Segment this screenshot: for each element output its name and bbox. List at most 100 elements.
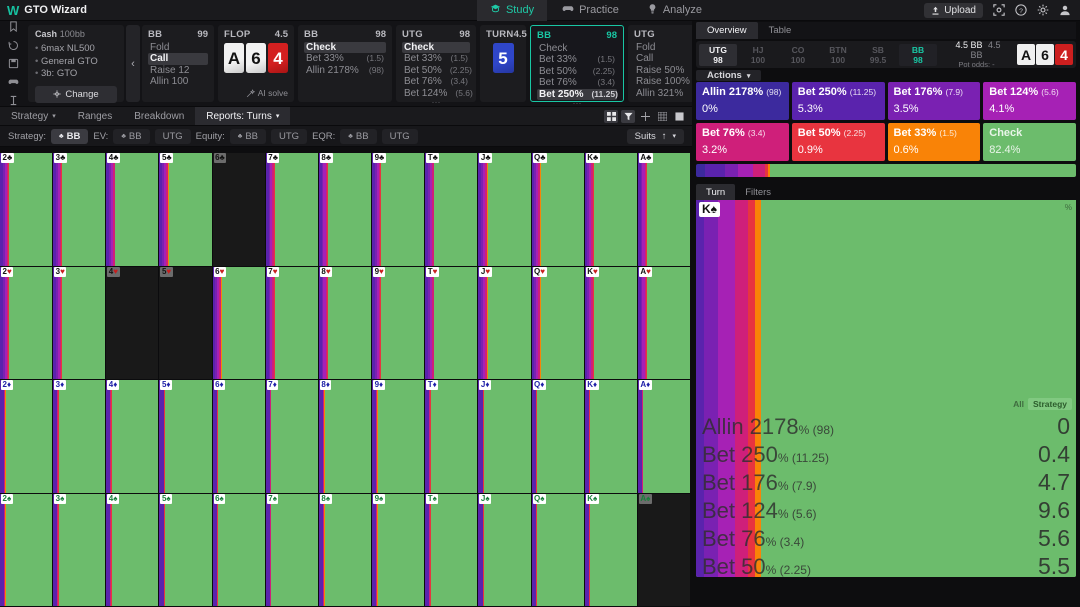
action-box-bet-124-[interactable]: Bet 124% (5.6) 4.1% [983,82,1076,120]
matrix-cell-3-♦[interactable]: 3♦ [53,380,106,493]
street-panel-flop-utg[interactable]: UTG 98 Check Bet 33% (1.5) Bet 50% (2.25) Bet… [396,25,476,107]
matrix-cell-7-♠[interactable]: 7♠ [265,493,318,606]
topnav-item-analyze[interactable]: Analyze [634,0,715,21]
matrix-cell-2-♣[interactable]: 2♣ [0,153,53,266]
filter-chip-bb[interactable]: ♣ BB [113,128,150,144]
action-bet-33-[interactable]: Bet 33% (1.5) [304,53,386,64]
action-bet-33-[interactable]: Bet 33% (1.5) [402,53,470,64]
action-box-bet-50-[interactable]: Bet 50% (2.25) 0.9% [791,123,885,161]
more-actions-indicator[interactable]: ··· [537,99,617,108]
matrix-cell-6-♣[interactable]: 6♣ [212,153,265,266]
matrix-cell-7-♦[interactable]: 7♦ [265,380,318,493]
matrix-cell-Q-♠[interactable]: Q♠ [531,493,584,606]
action-box-bet-33-[interactable]: Bet 33% (1.5) 0.6% [887,123,981,161]
help-icon[interactable]: ? [1014,4,1027,17]
matrix-cell-7-♥[interactable]: 7♥ [265,266,318,379]
position-sb[interactable]: SB 99.5 [859,44,897,66]
collapse-history-button[interactable]: ‹ [126,25,140,102]
toggle-all[interactable]: All [1013,399,1024,409]
action-fold[interactable]: Fold [148,42,208,53]
matrix-cell-9-♠[interactable]: 9♠ [372,493,425,606]
grid-view-icon[interactable] [604,109,618,123]
tab-reports-turns[interactable]: Reports: Turns ▾ [195,107,291,125]
matrix-cell-8-♦[interactable]: 8♦ [318,380,372,493]
matrix-cell-7-♣[interactable]: 7♣ [265,153,318,266]
bookmark-icon[interactable] [7,21,19,33]
turn-strategy-panel[interactable]: K♠ % All Strategy Allin 2178% (98) 0 Bet 2… [696,200,1076,577]
matrix-cell-5-♦[interactable]: 5♦ [159,380,212,493]
matrix-cell-6-♦[interactable]: 6♦ [212,380,265,493]
matrix-cell-2-♠[interactable]: 2♠ [0,493,53,606]
matrix-cell-J-♣[interactable]: J♣ [478,153,531,266]
filter-chip-utg[interactable]: UTG [271,128,308,144]
matrix-cell-Q-♦[interactable]: Q♦ [531,380,584,493]
expand-icon[interactable] [638,110,652,123]
turn-tab-turn[interactable]: Turn [696,184,736,200]
history-icon[interactable] [7,39,19,50]
ai-solve-button[interactable]: AI solve [224,88,288,98]
matrix-cell-2-♦[interactable]: 2♦ [0,380,53,493]
matrix-cell-A-♥[interactable]: A♥ [637,266,690,379]
matrix-cell-9-♣[interactable]: 9♣ [372,153,425,266]
account-icon[interactable] [1058,4,1071,17]
matrix-cell-9-♦[interactable]: 9♦ [372,380,425,493]
matrix-cell-K-♦[interactable]: K♦ [584,380,637,493]
square-view-icon[interactable] [672,110,686,123]
street-panel-flop-bb[interactable]: BB 98 Check Bet 33% (1.5) Allin 2178% (98) [298,25,392,102]
matrix-cell-J-♠[interactable]: J♠ [478,493,531,606]
hand-matrix[interactable]: 2♣ 3♣ 4♣ 5♣ 6♣ 7♣ 8♣ 9♣ T♣ J♣ Q♣ K♣ A♣ 2♥ 3♥ 4♥ 5♥ 6♥ 7♥ 8♥… [0,153,690,607]
matrix-cell-T-♥[interactable]: T♥ [425,266,478,379]
action-box-check[interactable]: Check 82.4% [983,123,1076,161]
scan-icon[interactable] [992,4,1005,17]
matrix-cell-A-♣[interactable]: A♣ [637,153,690,266]
filter-chip-utg[interactable]: UTG [381,128,418,144]
action-box-allin-2178-[interactable]: Allin 2178% (98) 0% [696,82,789,120]
action-check[interactable]: Check [537,43,617,54]
matrix-cell-J-♥[interactable]: J♥ [478,266,531,379]
position-co[interactable]: CO 100 [779,44,817,66]
filter-chip-utg[interactable]: UTG [154,128,191,144]
position-btn[interactable]: BTN 100 [819,44,857,66]
matrix-cell-9-♥[interactable]: 9♥ [372,266,425,379]
action-box-bet-76-[interactable]: Bet 76% (3.4) 3.2% [696,123,789,161]
filter-icon[interactable] [621,109,635,123]
filter-chip-bb[interactable]: ♣ BB [340,128,377,144]
settings-icon[interactable] [1036,4,1049,17]
filter-chip-bb[interactable]: ♣ BB [229,128,266,144]
turn-tab-filters[interactable]: Filters [735,184,781,200]
action-allin-2178-[interactable]: Allin 2178% (98) [304,65,386,76]
matrix-cell-3-♣[interactable]: 3♣ [53,153,106,266]
action-box-bet-250-[interactable]: Bet 250% (11.25) 5.3% [791,82,885,120]
matrix-cell-J-♦[interactable]: J♦ [478,380,531,493]
right-tab-table[interactable]: Table [758,22,803,39]
action-check[interactable]: Check [402,42,470,54]
config-panel[interactable]: Cash 100bb 6max NL500General GTO3b: GTO … [28,25,124,103]
action-bet-50-[interactable]: Bet 50% (2.25) [402,65,472,76]
matrix-cell-A-♦[interactable]: A♦ [637,380,690,493]
action-call[interactable]: Call [148,53,208,65]
matrix-cell-6-♥[interactable]: 6♥ [212,266,265,379]
matrix-cell-8-♣[interactable]: 8♣ [318,153,372,266]
matrix-cell-Q-♥[interactable]: Q♥ [531,266,584,379]
toggle-strategy[interactable]: Strategy [1027,398,1072,410]
action-bet-33-[interactable]: Bet 33% (1.5) [537,54,617,65]
table-view-icon[interactable] [655,110,669,123]
position-bb[interactable]: BB 98 [899,43,937,66]
street-panel-preflop-bb[interactable]: BB 99 Fold Call Raise 12 Allin 100 [142,25,214,102]
matrix-cell-T-♣[interactable]: T♣ [425,153,478,266]
action-bet-76-[interactable]: Bet 76% (3.4) [402,76,470,87]
matrix-cell-5-♥[interactable]: 5♥ [159,266,212,379]
action-check[interactable]: Check [304,42,386,54]
matrix-cell-4-♦[interactable]: 4♦ [106,380,159,493]
more-actions-indicator[interactable]: ··· [402,98,470,107]
matrix-cell-T-♠[interactable]: T♠ [425,493,478,606]
matrix-cell-8-♥[interactable]: 8♥ [318,266,372,379]
matrix-cell-3-♠[interactable]: 3♠ [53,493,106,606]
action-bet-76-[interactable]: Bet 76% (3.4) [537,77,617,88]
text-icon[interactable] [7,95,19,106]
change-button[interactable]: Change [35,85,117,103]
right-tab-overview[interactable]: Overview [696,22,758,39]
matrix-cell-4-♥[interactable]: 4♥ [106,266,159,379]
matrix-cell-K-♠[interactable]: K♠ [584,493,637,606]
tab-strategy[interactable]: Strategy ▾ [0,107,67,125]
